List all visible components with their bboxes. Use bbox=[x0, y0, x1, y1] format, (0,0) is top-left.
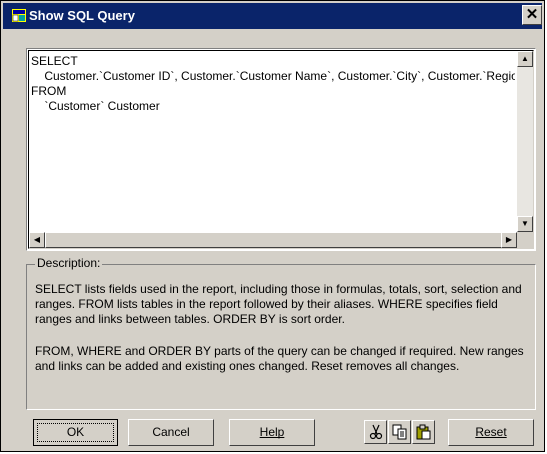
sql-line: `Customer` Customer bbox=[31, 99, 160, 113]
paste-icon bbox=[416, 424, 431, 440]
scissors-icon bbox=[369, 424, 383, 440]
arrow-down-icon: ▼ bbox=[521, 219, 529, 228]
description-group: Description: SELECT lists fields used in… bbox=[26, 256, 536, 410]
sql-editor-frame: SELECT Customer.`Customer ID`, Customer.… bbox=[28, 50, 534, 249]
close-button[interactable]: ✕ bbox=[522, 5, 542, 25]
window-title: Show SQL Query bbox=[29, 8, 135, 23]
close-icon: ✕ bbox=[525, 6, 539, 23]
arrow-right-icon: ▶ bbox=[505, 235, 513, 244]
scroll-down-button[interactable]: ▼ bbox=[517, 216, 533, 232]
sql-line: FROM bbox=[31, 84, 67, 98]
scroll-up-button[interactable]: ▲ bbox=[517, 51, 533, 67]
reset-button[interactable]: Reset bbox=[448, 419, 534, 446]
cancel-label: Cancel bbox=[152, 425, 190, 439]
app-icon bbox=[12, 9, 26, 22]
help-label: Help bbox=[259, 425, 285, 439]
description-paragraph-2: FROM, WHERE and ORDER BY parts of the qu… bbox=[35, 344, 524, 373]
reset-label: Reset bbox=[475, 425, 507, 439]
arrow-left-icon: ◀ bbox=[33, 235, 41, 244]
scroll-left-button[interactable]: ◀ bbox=[29, 232, 45, 248]
help-button[interactable]: Help bbox=[229, 419, 315, 446]
scroll-right-button[interactable]: ▶ bbox=[501, 232, 517, 248]
horizontal-scroll-thumb[interactable] bbox=[45, 232, 502, 248]
cut-button[interactable] bbox=[364, 420, 387, 444]
focus-rect bbox=[37, 423, 114, 442]
scrollbar-corner bbox=[517, 232, 533, 248]
sql-line: SELECT bbox=[31, 54, 78, 68]
ok-button[interactable]: OK bbox=[33, 419, 118, 446]
paste-button[interactable] bbox=[412, 420, 435, 444]
sql-query-editor[interactable]: SELECT Customer.`Customer ID`, Customer.… bbox=[26, 48, 536, 251]
sql-line: Customer.`Customer ID`, Customer.`Custom… bbox=[31, 69, 515, 83]
show-sql-query-dialog: Show SQL Query ✕ SELECT Customer.`Custom… bbox=[0, 0, 545, 452]
copy-button[interactable] bbox=[388, 420, 411, 444]
sql-text[interactable]: SELECT Customer.`Customer ID`, Customer.… bbox=[31, 54, 515, 234]
horizontal-scrollbar[interactable]: ◀ ▶ bbox=[29, 232, 517, 248]
description-paragraph-1: SELECT lists fields used in the report, … bbox=[35, 282, 522, 326]
title-bar: Show SQL Query ✕ bbox=[3, 3, 542, 29]
vertical-scrollbar[interactable]: ▲ ▼ bbox=[517, 51, 533, 232]
description-label: Description: bbox=[35, 256, 103, 270]
copy-icon bbox=[392, 424, 407, 440]
cancel-button[interactable]: Cancel bbox=[128, 419, 214, 446]
arrow-up-icon: ▲ bbox=[521, 54, 529, 63]
